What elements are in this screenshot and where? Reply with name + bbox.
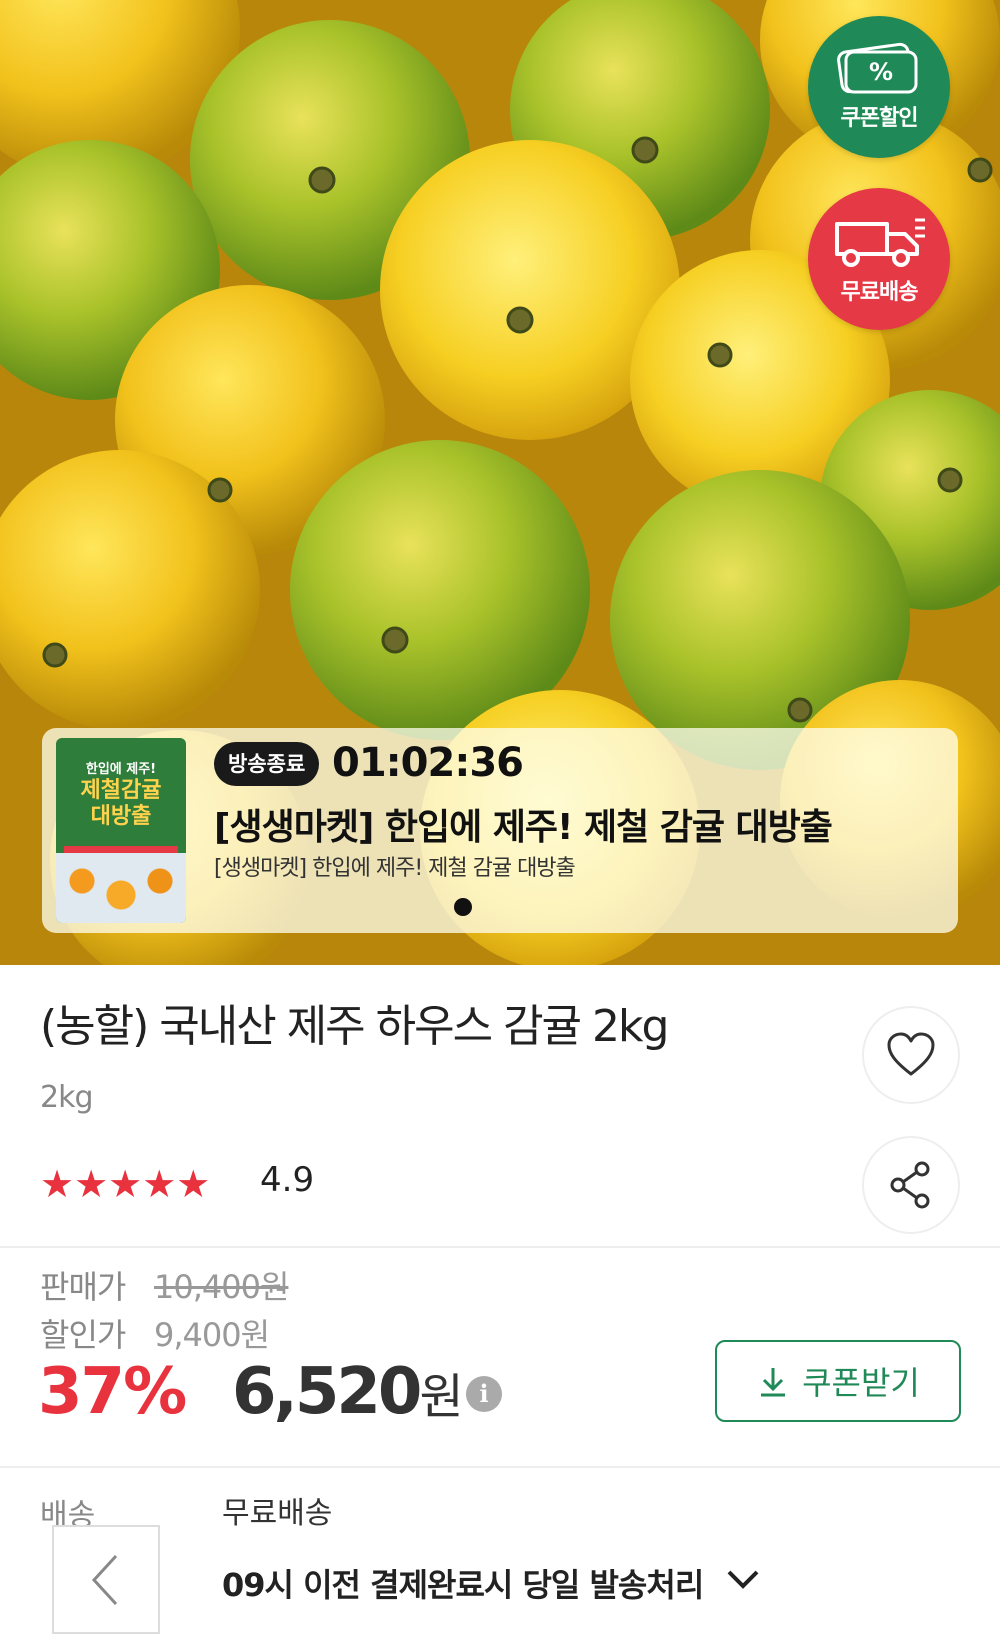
section-divider [0, 1246, 1000, 1248]
heart-icon [887, 1032, 935, 1076]
thumb-caption: 한입에 제주! [85, 762, 157, 777]
live-thumbnail[interactable]: 한입에 제주! 제철감귤 대방출 [56, 738, 186, 923]
original-price: 10,400원 [154, 1268, 289, 1306]
share-icon [890, 1161, 930, 1209]
price-info-icon[interactable]: i [466, 1376, 502, 1412]
broadcast-status-badge: 방송종료 [214, 742, 320, 786]
rating-value: 4.9 [260, 1160, 315, 1200]
thumb-headline-line2: 대방출 [90, 804, 152, 829]
thumb-oranges-image [56, 853, 186, 923]
chevron-left-icon [91, 1554, 118, 1605]
get-coupon-button[interactable]: 쿠폰받기 [715, 1340, 961, 1422]
chevron-down-icon[interactable] [726, 1568, 760, 1590]
final-price-amount: 6,520 [232, 1355, 422, 1429]
sale-price-label: 판매가 [40, 1268, 126, 1306]
final-price-unit: 원 [419, 1369, 463, 1425]
broadcast-subtitle: [생생마켓] 한입에 제주! 제철 감귤 대방출 [214, 856, 576, 881]
wishlist-button[interactable] [862, 1006, 960, 1104]
discount-price-label: 할인가 [40, 1316, 126, 1354]
final-price: 6,520원 [232, 1355, 464, 1429]
product-title: (농할) 국내산 제주 하우스 감귤 2kg [40, 1001, 669, 1052]
star-icons: ★★★★★ [40, 1162, 211, 1206]
thumb-headline: 제철감귤 대방출 [56, 778, 186, 830]
coupon-icon: % [837, 42, 918, 94]
product-image[interactable]: % 쿠폰할인 무료배송 한입에 제주! 제철감귤 대방출 방송종료 01:02:… [0, 0, 1000, 965]
broadcast-title: [생생마켓] 한입에 제주! 제철 감귤 대방출 [214, 807, 833, 848]
broadcast-timer: 01:02:36 [332, 740, 524, 786]
product-weight: 2kg [40, 1080, 94, 1115]
section-divider [0, 1466, 1000, 1468]
truck-icon [835, 218, 925, 267]
carousel-indicator[interactable] [454, 898, 472, 916]
share-button[interactable] [862, 1136, 960, 1234]
coupon-percent-symbol: % [869, 58, 893, 86]
shipping-badge-label: 무료배송 [840, 280, 919, 305]
coupon-badge-label: 쿠폰할인 [840, 106, 919, 131]
rating-stars: ★★★★★ [40, 1162, 212, 1206]
shipping-fee: 무료배송 [222, 1496, 333, 1531]
discount-percent: 37% [38, 1355, 187, 1429]
discounted-price: 9,400원 [154, 1316, 270, 1354]
download-icon [761, 1368, 786, 1397]
shipping-dispatch-note[interactable]: 09시 이전 결제완료시 당일 발송처리 [222, 1560, 704, 1606]
live-broadcast-banner[interactable]: 한입에 제주! 제철감귤 대방출 방송종료 01:02:36 [생생마켓] 한입… [42, 728, 958, 933]
get-coupon-label: 쿠폰받기 [802, 1364, 920, 1402]
back-button[interactable] [52, 1525, 160, 1634]
coupon-discount-badge: % 쿠폰할인 [808, 16, 950, 158]
thumb-headline-line1: 제철감귤 [80, 778, 162, 803]
free-shipping-badge: 무료배송 [808, 188, 950, 330]
